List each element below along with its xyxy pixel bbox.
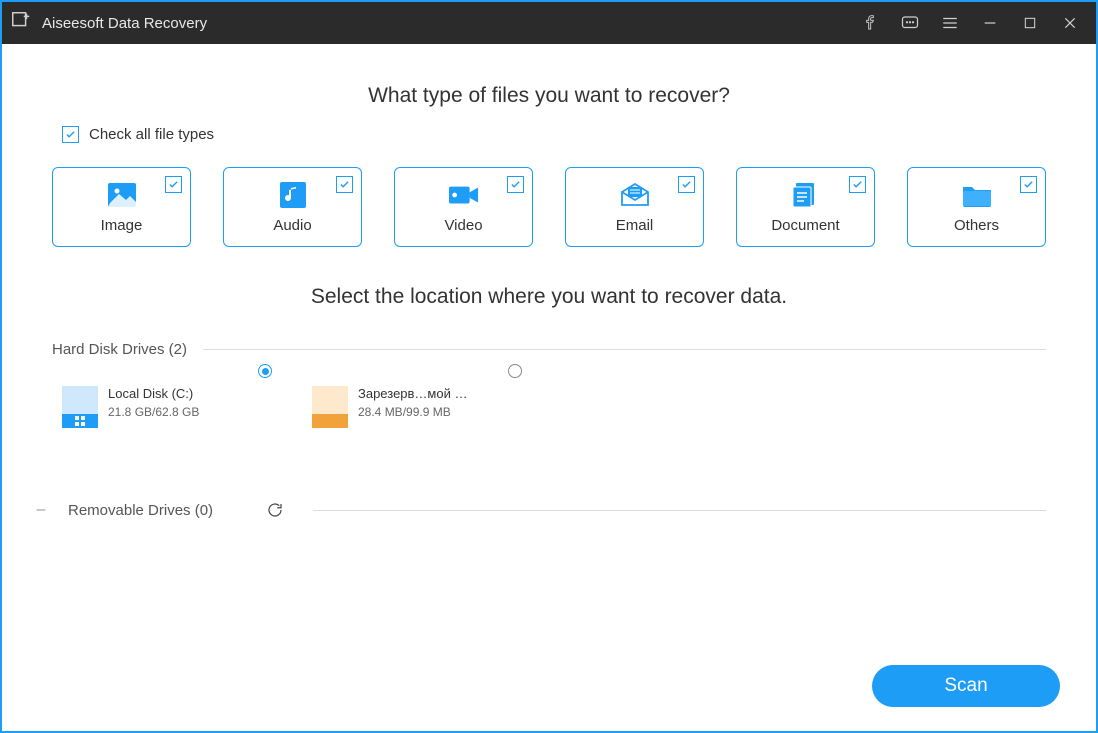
drive-item-c[interactable]: Local Disk (C:) 21.8 GB/62.8 GB <box>62 386 252 428</box>
app-logo-icon <box>10 10 32 37</box>
drive-item-reserved[interactable]: Зарезерв…мой (*:) 28.4 MB/99.9 MB <box>312 386 502 428</box>
filetype-card-others[interactable]: Others <box>907 167 1046 247</box>
drives-list: Local Disk (C:) 21.8 GB/62.8 GB Зарезерв… <box>62 386 1046 428</box>
document-icon <box>791 181 821 209</box>
filetypes-grid: Image Audio Video <box>52 167 1046 247</box>
hdd-section-header: Hard Disk Drives (2) <box>52 341 1046 358</box>
drive-radio-reserved[interactable] <box>508 364 522 378</box>
filetype-card-audio[interactable]: Audio <box>223 167 362 247</box>
image-icon <box>107 181 137 209</box>
removable-section-header: – Removable Drives (0) <box>52 500 1046 520</box>
maximize-button[interactable] <box>1012 5 1048 41</box>
heading-location: Select the location where you want to re… <box>52 285 1046 309</box>
menu-icon[interactable] <box>932 5 968 41</box>
filetype-label: Document <box>771 217 839 234</box>
feedback-icon[interactable] <box>892 5 928 41</box>
divider <box>313 510 1046 511</box>
check-all-checkbox[interactable] <box>62 126 79 143</box>
content-area: What type of files you want to recover? … <box>2 44 1096 731</box>
heading-filetypes: What type of files you want to recover? <box>52 84 1046 108</box>
titlebar: Aiseesoft Data Recovery <box>2 2 1096 44</box>
filetype-label: Others <box>954 217 999 234</box>
collapse-icon[interactable]: – <box>36 501 46 519</box>
app-window: Aiseesoft Data Recovery What type o <box>0 0 1098 733</box>
filetype-checkbox-email[interactable] <box>678 176 695 193</box>
scan-button[interactable]: Scan <box>872 665 1060 707</box>
minimize-button[interactable] <box>972 5 1008 41</box>
filetype-card-video[interactable]: Video <box>394 167 533 247</box>
facebook-icon[interactable] <box>852 5 888 41</box>
filetype-checkbox-document[interactable] <box>849 176 866 193</box>
drive-icon <box>62 386 98 428</box>
filetype-card-document[interactable]: Document <box>736 167 875 247</box>
drive-icon <box>312 386 348 428</box>
check-all-label: Check all file types <box>89 126 214 143</box>
filetype-label: Image <box>101 217 143 234</box>
drive-name: Local Disk (C:) <box>108 386 199 401</box>
filetype-label: Email <box>616 217 654 234</box>
folder-icon <box>962 181 992 209</box>
divider <box>203 349 1046 350</box>
audio-icon <box>278 181 308 209</box>
drive-size: 21.8 GB/62.8 GB <box>108 405 199 419</box>
video-icon <box>449 181 479 209</box>
filetype-checkbox-image[interactable] <box>165 176 182 193</box>
drive-size: 28.4 MB/99.9 MB <box>358 405 468 419</box>
filetype-label: Audio <box>273 217 311 234</box>
filetype-card-email[interactable]: Email <box>565 167 704 247</box>
hdd-section-title: Hard Disk Drives (2) <box>52 341 187 358</box>
filetype-label: Video <box>444 217 482 234</box>
drive-radio-c[interactable] <box>258 364 272 378</box>
refresh-icon[interactable] <box>265 500 285 520</box>
check-all-row[interactable]: Check all file types <box>62 126 1046 143</box>
filetype-checkbox-audio[interactable] <box>336 176 353 193</box>
filetype-checkbox-others[interactable] <box>1020 176 1037 193</box>
app-title: Aiseesoft Data Recovery <box>42 15 207 32</box>
email-icon <box>620 181 650 209</box>
close-button[interactable] <box>1052 5 1088 41</box>
drive-name: Зарезерв…мой (*:) <box>358 386 468 401</box>
filetype-card-image[interactable]: Image <box>52 167 191 247</box>
removable-section-title: Removable Drives (0) <box>68 502 213 519</box>
filetype-checkbox-video[interactable] <box>507 176 524 193</box>
